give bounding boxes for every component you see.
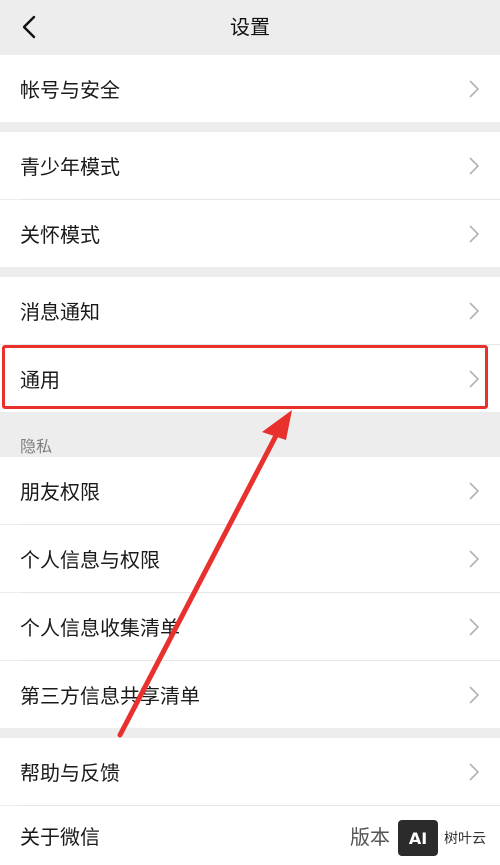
annotation-arrow — [117, 410, 292, 738]
watermark-text: 树叶云 — [444, 831, 486, 847]
watermark-logo: AI — [398, 820, 438, 856]
watermark: AI 树叶云 — [398, 818, 496, 858]
